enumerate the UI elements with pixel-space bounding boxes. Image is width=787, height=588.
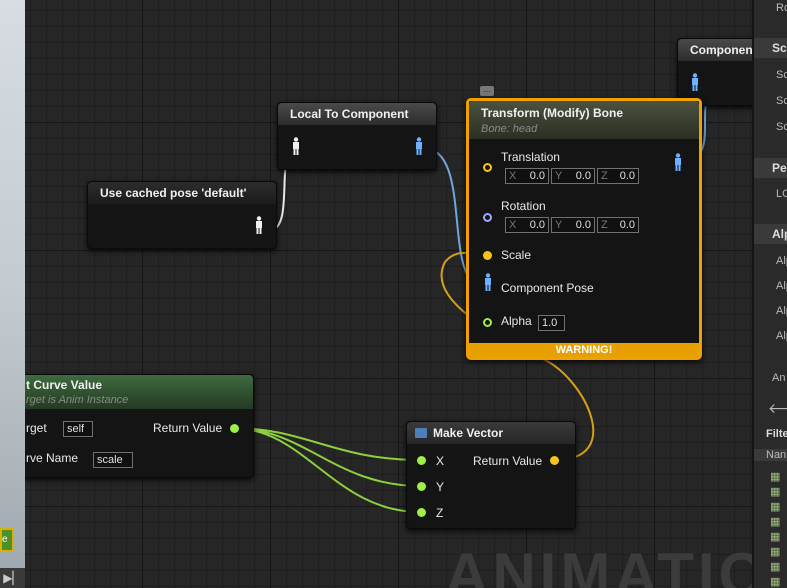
back-arrow-icon[interactable]: 🡐 [754,400,787,417]
target-label: rget [26,421,47,435]
local-to-component-node[interactable]: Local To Component [277,102,437,170]
local-to-component-title: Local To Component [278,103,436,125]
y-pin-icon[interactable] [417,482,426,491]
component-node-title: Componen [678,39,752,61]
return-value-label: Return Value [153,421,223,435]
graph-watermark: ANIMATION [445,541,752,588]
transform-bone-subtitle: Bone: head [481,123,538,135]
component-node[interactable]: Componen [677,38,752,106]
rotation-z-field[interactable]: Z 0.0 [597,217,639,233]
curve-name-field[interactable]: scale [93,452,133,468]
axis-x-label: X [509,170,517,182]
rotation-pin-icon[interactable] [483,213,492,222]
wire-float-z [232,427,421,513]
x-label: X [436,454,445,468]
component-pose-out-icon[interactable] [414,137,424,155]
panel-section[interactable]: Alp [754,224,787,244]
translation-z-field[interactable]: Z 0.0 [597,168,639,184]
panel-row[interactable]: Alp [754,255,787,267]
rotation-y-value: 0.0 [575,219,591,231]
panel-tab[interactable]: An [754,372,787,384]
translation-pin-icon[interactable] [483,163,492,172]
wire-float-y [232,427,421,487]
x-pin-icon[interactable] [417,456,426,465]
z-pin-icon[interactable] [417,508,426,517]
make-vector-header: Make Vector [407,422,575,444]
component-pose-label: Component Pose [501,281,594,295]
transform-bone-header: Transform (Modify) Bone Bone: head [469,101,699,139]
details-panel: Ro Sc Sc Sc Sc Pe LC Alp Alp Alp Alp Alp… [752,0,787,588]
translation-z-value: 0.0 [619,170,635,182]
scale-label: Scale [501,248,532,262]
left-badge[interactable]: e [0,528,14,552]
pose-pin-icon[interactable] [690,73,700,91]
rotation-x-field[interactable]: X 0.0 [505,217,549,233]
y-label: Y [436,480,445,494]
panel-section[interactable]: Pe [754,158,787,178]
make-vector-node[interactable]: Make Vector X Y Z Return Value [406,421,576,529]
alpha-label: Alpha [501,314,532,328]
cached-pose-title: Use cached pose 'default' [88,182,276,204]
transform-modify-bone-node[interactable]: Transform (Modify) Bone Bone: head Trans… [466,98,702,360]
rotation-z-value: 0.0 [619,219,635,231]
name-column-header[interactable]: Nan [754,449,787,461]
play-icon[interactable]: ▶▏ [0,568,25,588]
curve-name-label: rve Name [26,451,79,465]
panel-row[interactable]: Sc [754,121,787,133]
axis-x-label: X [509,219,517,231]
get-curve-subtitle: rget is Anim Instance [26,394,129,406]
z-label: Z [436,506,444,520]
anim-graph-canvas[interactable]: Componen Local To Component Use cached p… [25,0,752,588]
panel-row[interactable]: Alp [754,280,787,292]
target-field[interactable]: self [63,421,93,437]
filter-label: Filte [766,428,787,440]
panel-row[interactable]: Sc [754,69,787,81]
return-value-pin-icon[interactable] [230,424,239,433]
output-pose-pin-icon[interactable] [673,153,683,171]
axis-z-label: Z [601,170,608,182]
get-curve-header: t Curve Value rget is Anim Instance [25,375,253,409]
alpha-pin-icon[interactable] [483,318,492,327]
warning-banner: WARNING! [469,343,699,357]
axis-z-label: Z [601,219,608,231]
translation-y-value: 0.0 [575,170,591,182]
asset-list: ▦ ▦ ▦ ▦ ▦ ▦ ▦ ▦ [770,471,781,588]
panel-row[interactable]: Ro [754,2,787,14]
panel-section[interactable]: Sc [754,38,787,58]
panel-row[interactable]: Alp [754,330,787,342]
translation-label: Translation [501,150,560,164]
function-icon [415,428,427,438]
return-value-pin-icon[interactable] [550,456,559,465]
axis-y-label: Y [555,170,563,182]
rotation-label: Rotation [501,199,546,213]
panel-row[interactable]: Alp [754,305,787,317]
panel-row[interactable]: Sc [754,95,787,107]
axis-y-label: Y [555,219,563,231]
scale-pin-icon[interactable] [483,251,492,260]
get-curve-title: t Curve Value [26,378,103,392]
translation-y-field[interactable]: Y 0.0 [551,168,595,184]
return-value-label: Return Value [473,454,543,468]
cached-pose-node[interactable]: Use cached pose 'default' [87,181,277,249]
pose-in-icon[interactable] [291,137,301,155]
rotation-x-value: 0.0 [529,219,545,231]
get-curve-value-node[interactable]: t Curve Value rget is Anim Instance rget… [25,374,254,478]
component-pose-pin-icon[interactable] [483,273,493,291]
pose-out-icon[interactable] [254,216,264,234]
make-vector-title: Make Vector [433,426,504,440]
transform-bone-title: Transform (Modify) Bone [481,106,624,120]
translation-x-field[interactable]: X 0.0 [505,168,549,184]
viewport-edge: e ▶▏ [0,0,25,588]
translation-x-value: 0.0 [529,170,545,182]
alpha-field[interactable]: 1.0 [538,315,565,331]
panel-row[interactable]: LC [754,188,787,200]
comment-bubble-icon[interactable]: ... [480,85,494,96]
rotation-y-field[interactable]: Y 0.0 [551,217,595,233]
